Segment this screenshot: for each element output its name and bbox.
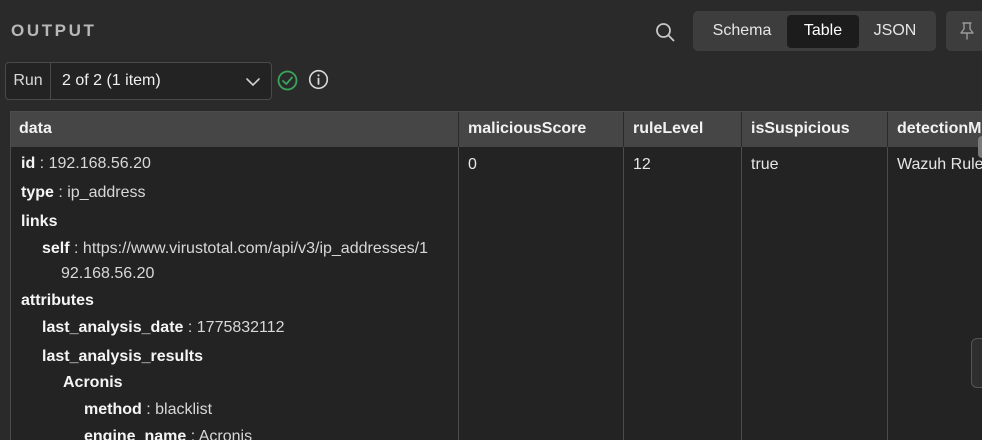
column-header-malicious-score[interactable]: maliciousScore	[459, 111, 624, 147]
field-key: attributes	[21, 292, 94, 309]
field-value: Acronis	[198, 428, 253, 440]
field-id: id : 192.168.56.20	[21, 155, 151, 172]
field-key: last_analysis_date	[42, 319, 184, 336]
tab-schema[interactable]: Schema	[697, 15, 787, 48]
field-acronis: Acronis	[63, 374, 123, 392]
cell-value: 12	[633, 156, 651, 173]
output-table: data maliciousScore ruleLevel isSuspicio…	[10, 111, 982, 440]
success-check-icon	[277, 70, 298, 91]
cell-rule-level: 12	[624, 147, 742, 440]
column-header-data[interactable]: data	[10, 111, 459, 147]
field-key: method	[84, 401, 142, 418]
cell-value: 0	[468, 156, 477, 173]
field-self-continued: 92.168.56.20	[61, 265, 155, 282]
search-icon[interactable]	[654, 21, 676, 43]
field-key: self	[42, 240, 70, 257]
field-last-analysis-date: last_analysis_date : 1775832112	[42, 319, 285, 336]
field-last-analysis-results: last_analysis_results	[42, 348, 203, 366]
run-value: 2 of 2 (1 item)	[62, 72, 161, 89]
field-value: https://www.virustotal.com/api/v3/ip_add…	[82, 240, 428, 257]
field-value: blacklist	[155, 401, 213, 418]
cell-value: true	[751, 156, 779, 173]
field-engine-name: engine_name : Acronis	[84, 428, 252, 440]
field-key: id	[21, 155, 36, 172]
run-label: Run	[6, 63, 51, 99]
panel-resize-handle[interactable]	[971, 338, 982, 388]
field-attributes: attributes	[21, 292, 94, 310]
chevron-down-icon	[246, 78, 260, 86]
output-toolbar: OUTPUT Schema Table JSON	[0, 0, 982, 62]
field-key: links	[21, 213, 58, 230]
field-value: 192.168.56.20	[48, 155, 151, 172]
view-mode-switch: Schema Table JSON	[693, 11, 936, 51]
info-icon[interactable]	[308, 69, 329, 90]
cell-is-suspicious: true	[742, 147, 888, 440]
tab-table[interactable]: Table	[787, 14, 859, 48]
field-value: ip_address	[67, 184, 146, 201]
column-header-is-suspicious[interactable]: isSuspicious	[742, 111, 888, 147]
field-type: type : ip_address	[21, 184, 146, 201]
pin-button[interactable]	[946, 11, 982, 51]
cell-data: id : 192.168.56.20 type : ip_address lin…	[10, 147, 459, 440]
field-key: engine_name	[84, 428, 187, 440]
column-header-detection[interactable]: detectionM	[888, 111, 982, 147]
field-key: Acronis	[63, 374, 123, 391]
field-self: self : https://www.virustotal.com/api/v3…	[42, 240, 428, 257]
field-value: 1775832112	[196, 319, 285, 336]
field-key: last_analysis_results	[42, 348, 203, 365]
cell-malicious-score: 0	[459, 147, 624, 440]
cell-value: Wazuh Rule	[897, 156, 982, 173]
run-selector[interactable]: Run 2 of 2 (1 item)	[5, 62, 272, 100]
cell-detection: Wazuh Rule	[888, 147, 982, 440]
field-key: type	[21, 184, 54, 201]
column-header-rule-level[interactable]: ruleLevel	[624, 111, 742, 147]
field-method: method : blacklist	[84, 401, 213, 418]
horizontal-scroll-thumb[interactable]	[978, 136, 982, 158]
pin-icon	[960, 22, 974, 40]
tab-json[interactable]: JSON	[859, 15, 931, 48]
field-links: links	[21, 213, 57, 231]
panel-title: OUTPUT	[11, 21, 97, 40]
